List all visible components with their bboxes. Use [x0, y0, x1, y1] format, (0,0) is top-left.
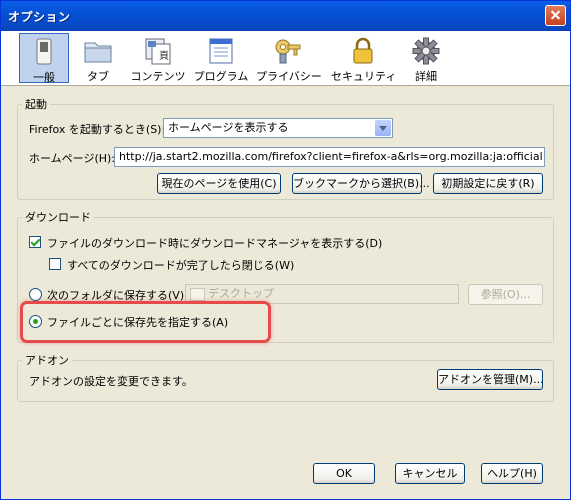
show-download-manager-label[interactable]: ファイルのダウンロード時にダウンロードマネージャを表示する(D): [47, 235, 382, 251]
homepage-input[interactable]: http://ja.start2.mozilla.com/firefox?cli…: [114, 147, 545, 167]
when-start-select[interactable]: ホームページを表示する: [163, 118, 393, 138]
use-current-page-button[interactable]: 現在のページを使用(C): [157, 173, 281, 194]
svg-text:頁: 頁: [159, 50, 169, 62]
close-when-done-checkbox[interactable]: [49, 258, 61, 270]
download-folder-value: デスクトップ: [208, 287, 274, 300]
downloads-group-label: ダウンロード: [22, 209, 94, 225]
padlock-icon: [347, 36, 379, 66]
tab-tabs-label: タブ: [87, 70, 109, 83]
restore-default-button[interactable]: 初期設定に戻す(R): [433, 173, 543, 194]
tab-privacy[interactable]: プライバシー: [256, 33, 322, 83]
startup-group-label: 起動: [22, 96, 50, 112]
tab-tabs[interactable]: タブ: [73, 33, 123, 83]
ok-button[interactable]: OK: [313, 463, 375, 484]
window-title: オプション: [8, 10, 71, 24]
tab-content[interactable]: 頁 コンテンツ: [129, 33, 187, 83]
homepage-label: ホームページ(H):: [29, 152, 116, 165]
use-bookmark-button[interactable]: ブックマークから選択(B)...: [292, 173, 430, 194]
tab-content-label: コンテンツ: [130, 70, 186, 83]
tab-privacy-label: プライバシー: [256, 70, 322, 83]
chevron-down-icon[interactable]: [375, 120, 391, 136]
folder-tab-icon: [82, 36, 114, 66]
cancel-button[interactable]: キャンセル: [395, 463, 465, 484]
close-button[interactable]: [545, 5, 566, 26]
tab-security-label: セキュリティ: [331, 70, 397, 83]
manage-addons-button[interactable]: アドオンを管理(M)...: [437, 369, 544, 390]
content-pages-icon: 頁: [142, 36, 174, 66]
homepage-value: http://ja.start2.mozilla.com/firefox?cli…: [119, 150, 543, 163]
when-start-label: Firefox を起動するとき(S):: [29, 123, 166, 136]
highlight-annotation: [20, 301, 271, 343]
show-download-manager-checkbox[interactable]: [29, 236, 41, 248]
tab-advanced[interactable]: 詳細: [403, 33, 449, 83]
tab-general[interactable]: 一般: [19, 33, 69, 84]
tab-security[interactable]: セキュリティ: [331, 33, 397, 83]
key-icon: [272, 36, 304, 66]
application-window-icon: [205, 36, 237, 66]
close-when-done-label[interactable]: すべてのダウンロードが完了したら閉じる(W): [67, 257, 294, 273]
folder-icon: [190, 288, 205, 301]
browse-button[interactable]: 参照(O)...: [468, 284, 543, 305]
tab-advanced-label: 詳細: [415, 70, 437, 83]
addons-description: アドオンの設定を変更できます。: [29, 375, 193, 388]
category-toolbar: 一般 タブ 頁 コンテンツ プログラム プライバシー セキュリティ 詳細: [1, 31, 570, 86]
gear-icon: [410, 36, 442, 66]
when-start-value: ホームページを表示する: [168, 121, 289, 134]
tab-general-label: 一般: [33, 71, 55, 84]
general-switch-icon: [28, 37, 60, 67]
help-button[interactable]: ヘルプ(H): [481, 463, 543, 484]
tab-applications-label: プログラム: [193, 70, 249, 83]
title-bar[interactable]: オプション: [1, 1, 570, 31]
options-dialog: オプション 一般 タブ 頁 コンテンツ プログラム プライバシー セキュリティ …: [0, 0, 571, 500]
tab-applications[interactable]: プログラム: [193, 33, 249, 83]
addons-group-label: アドオン: [22, 352, 72, 368]
save-to-folder-radio[interactable]: [29, 288, 42, 301]
